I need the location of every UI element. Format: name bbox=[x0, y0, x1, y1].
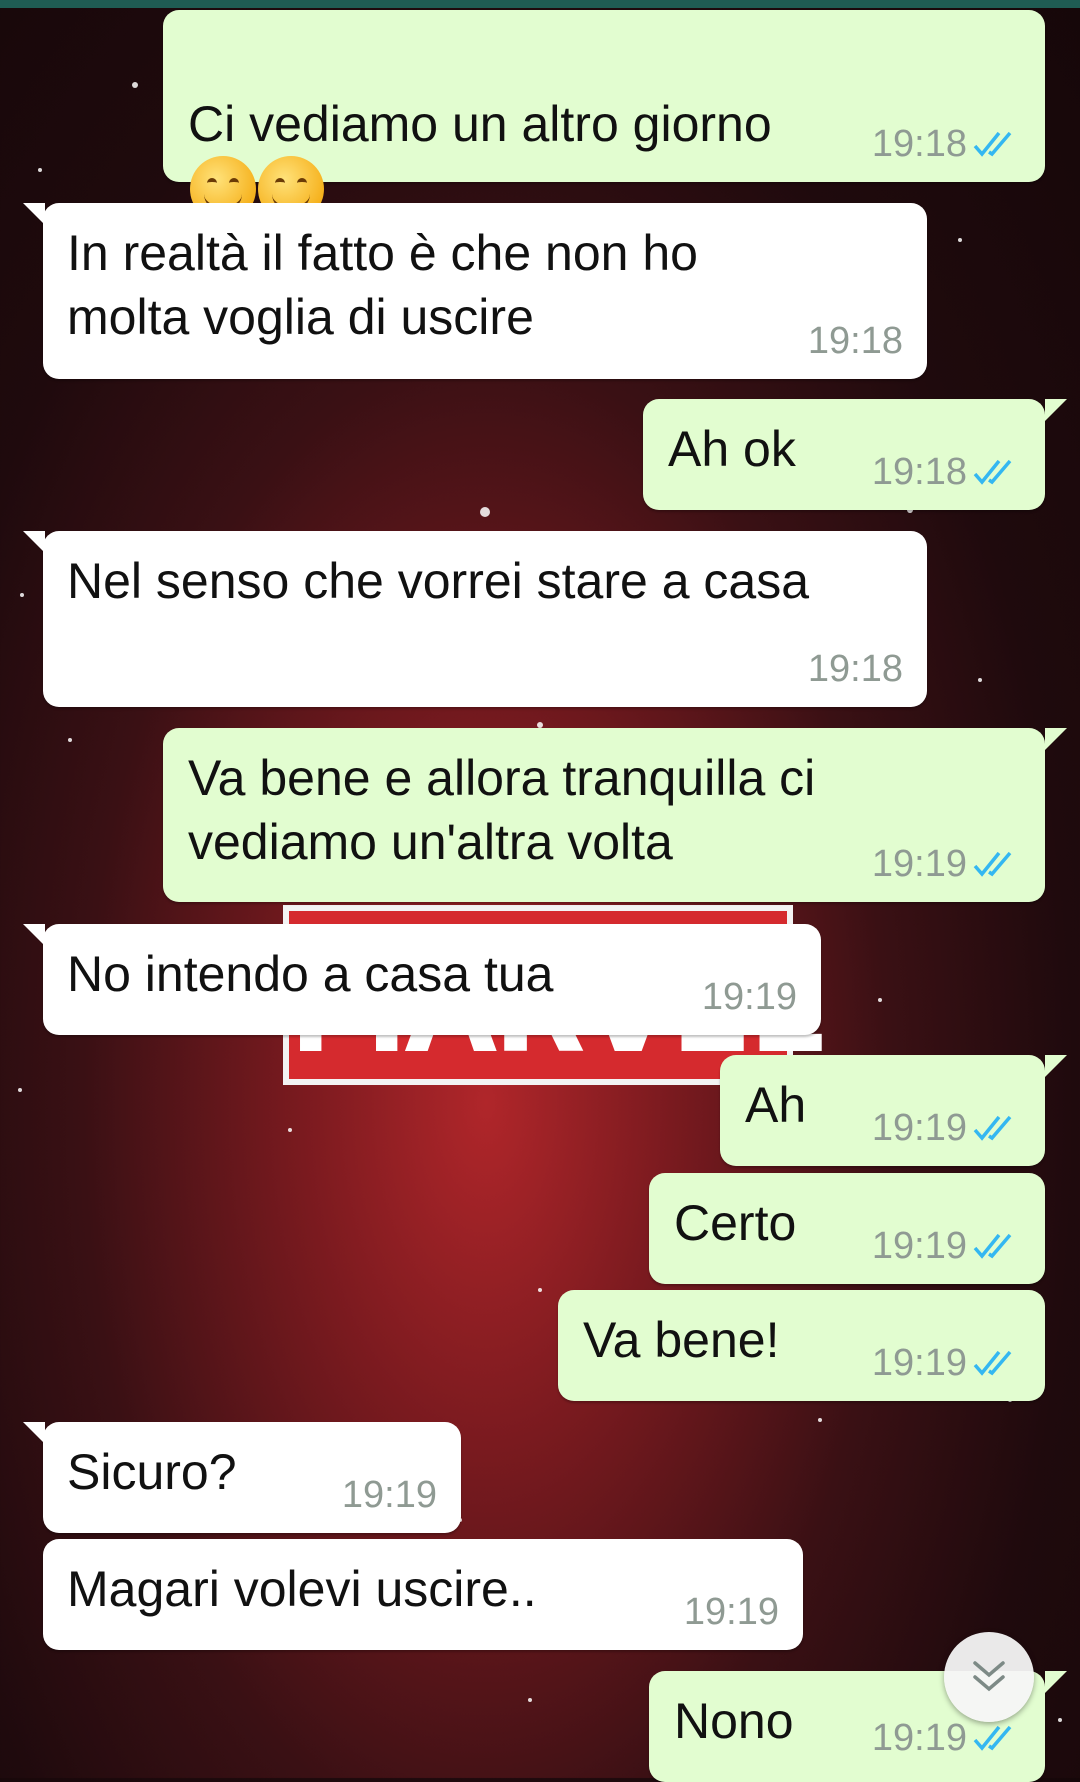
message-time: 19:19 bbox=[871, 1225, 967, 1267]
message-bubble-outgoing[interactable]: Ah 19:19 bbox=[720, 1055, 1067, 1166]
bubble-tail bbox=[23, 1422, 45, 1444]
message-meta: 19:18 bbox=[808, 321, 903, 361]
read-ticks-icon bbox=[973, 459, 1012, 485]
message-bubble-incoming[interactable]: Sicuro? 19:19 bbox=[23, 1422, 461, 1533]
message-text: Va bene e allora tranquilla ci vediamo u… bbox=[188, 750, 816, 870]
message-text: Sicuro? bbox=[67, 1444, 237, 1500]
message-text: Nel senso che vorrei stare a casa bbox=[67, 553, 810, 609]
read-ticks-icon bbox=[973, 1725, 1012, 1751]
message-meta: 19:19 bbox=[702, 977, 797, 1017]
bubble-tail bbox=[1045, 399, 1067, 421]
message-text: No intendo a casa tua bbox=[67, 946, 554, 1002]
message-time: 19:19 bbox=[871, 1107, 967, 1149]
message-meta: 19:18 bbox=[872, 452, 1021, 492]
message-bubble-incoming[interactable]: No intendo a casa tua 19:19 bbox=[23, 924, 821, 1035]
message-time: 19:18 bbox=[871, 123, 967, 165]
message-text: In realtà il fatto è che non ho molta vo… bbox=[67, 225, 698, 345]
message-text: Certo bbox=[674, 1195, 797, 1251]
message-time: 19:18 bbox=[807, 648, 903, 690]
message-bubble-incoming[interactable]: Nel senso che vorrei stare a casa 19:18 bbox=[23, 531, 927, 707]
scroll-to-bottom-button[interactable] bbox=[944, 1632, 1034, 1722]
message-text: Nono bbox=[674, 1693, 794, 1749]
message-time: 19:18 bbox=[807, 320, 903, 362]
message-time: 19:19 bbox=[341, 1474, 437, 1516]
bubble-tail bbox=[1045, 1055, 1067, 1077]
message-bubble-incoming[interactable]: Magari volevi uscire.. 19:19 bbox=[43, 1539, 803, 1650]
double-chevron-down-icon bbox=[973, 1661, 1005, 1692]
message-meta: 19:18 bbox=[872, 124, 1021, 164]
bubble-tail bbox=[1045, 728, 1067, 750]
message-time: 19:18 bbox=[871, 451, 967, 493]
message-bubble-outgoing[interactable]: Va bene e allora tranquilla ci vediamo u… bbox=[163, 728, 1067, 902]
bubble-tail bbox=[1045, 1671, 1067, 1693]
message-meta: 19:19 bbox=[872, 1718, 1021, 1758]
message-meta: 19:18 bbox=[808, 649, 903, 689]
read-ticks-icon bbox=[973, 1115, 1012, 1141]
read-ticks-icon bbox=[973, 851, 1012, 877]
message-bubble-outgoing[interactable]: Certo 19:19 bbox=[649, 1173, 1045, 1284]
message-time: 19:19 bbox=[683, 1591, 779, 1633]
bubble-tail bbox=[23, 203, 45, 225]
message-time: 19:19 bbox=[701, 976, 797, 1018]
message-time: 19:19 bbox=[871, 1717, 967, 1759]
bubble-tail bbox=[23, 924, 45, 946]
read-ticks-icon bbox=[973, 1350, 1012, 1376]
read-ticks-icon bbox=[973, 131, 1012, 157]
bubble-tail bbox=[23, 531, 45, 553]
message-meta: 19:19 bbox=[684, 1592, 779, 1632]
message-text: Magari volevi uscire.. bbox=[67, 1561, 537, 1617]
message-meta: 19:19 bbox=[872, 1226, 1021, 1266]
read-ticks-icon bbox=[973, 1233, 1012, 1259]
message-time: 19:19 bbox=[871, 1342, 967, 1384]
message-bubble-outgoing[interactable]: Ci vediamo un altro giorno 19:18 bbox=[163, 10, 1045, 222]
message-text: Ah bbox=[745, 1077, 807, 1133]
message-bubble-outgoing[interactable]: Ah ok 19:18 bbox=[643, 399, 1067, 510]
message-time: 19:19 bbox=[871, 843, 967, 885]
message-bubble-incoming[interactable]: In realtà il fatto è che non ho molta vo… bbox=[23, 203, 927, 379]
message-text: Va bene! bbox=[583, 1312, 780, 1368]
message-meta: 19:19 bbox=[872, 844, 1021, 884]
message-bubble-outgoing[interactable]: Va bene! 19:19 bbox=[558, 1290, 1045, 1401]
message-text: Ci vediamo un altro giorno bbox=[188, 28, 772, 223]
message-meta: 19:19 bbox=[872, 1108, 1021, 1148]
message-text: Ah ok bbox=[668, 421, 796, 477]
message-meta: 19:19 bbox=[342, 1475, 437, 1515]
message-meta: 19:19 bbox=[872, 1343, 1021, 1383]
